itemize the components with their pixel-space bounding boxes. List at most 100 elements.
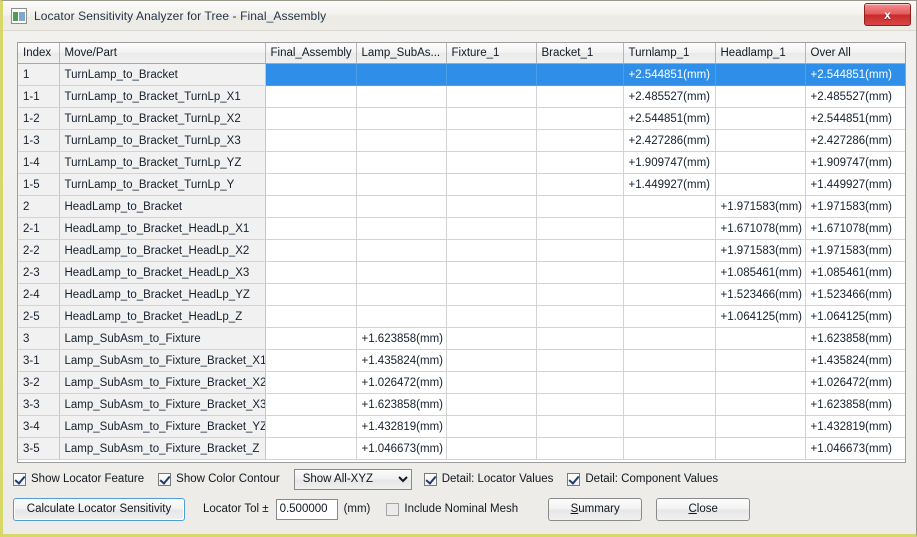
table-row[interactable]: 3-5 Lamp_SubAsm_to_Fixture_Bracket_Z +1.04… xyxy=(18,437,905,460)
cell-value-4 xyxy=(623,393,716,416)
cell-move-part: Lamp_SubAsm_to_Fixture_Bracket_X3 xyxy=(59,393,266,416)
cell-value-4 xyxy=(623,217,716,240)
cell-value-5: +1.064125(mm) xyxy=(715,305,806,328)
cell-index: 3 xyxy=(18,327,60,350)
cell-value-5 xyxy=(715,63,806,86)
cell-value-2 xyxy=(446,349,537,372)
table-row[interactable]: 2-2 HeadLamp_to_Bracket_HeadLp_X2 +1.97158… xyxy=(18,239,905,262)
locator-tol-unit: (mm) xyxy=(343,503,371,515)
table-row[interactable]: 2-3 HeadLamp_to_Bracket_HeadLp_X3 +1.08546… xyxy=(18,261,905,284)
include-nominal-mesh-checkbox[interactable]: Include Nominal Mesh xyxy=(386,502,518,516)
column-header-index[interactable]: Index xyxy=(18,43,60,64)
cell-value-0 xyxy=(265,283,357,306)
cell-value-1: +1.435824(mm) xyxy=(356,349,447,372)
column-header-bracket-1[interactable]: Bracket_1 xyxy=(536,43,624,64)
cell-value-1 xyxy=(356,85,447,108)
locator-tol-label: Locator Tol ± xyxy=(203,503,269,515)
cell-value-4 xyxy=(623,261,716,284)
cell-value-5 xyxy=(715,393,806,416)
cell-value-5: +1.085461(mm) xyxy=(715,261,806,284)
table-row[interactable]: 1-3 TurnLamp_to_Bracket_TurnLp_X3 +2.42728… xyxy=(18,129,905,152)
table-row[interactable]: 2-1 HeadLamp_to_Bracket_HeadLp_X1 +1.67107… xyxy=(18,217,905,240)
detail-component-values-checkbox[interactable]: Detail: Component Values xyxy=(567,472,718,486)
column-header-final-assembly[interactable]: Final_Assembly xyxy=(265,43,357,64)
cell-value-2 xyxy=(446,415,537,438)
cell-move-part: TurnLamp_to_Bracket_TurnLp_X3 xyxy=(59,129,266,152)
cell-value-1: +1.623858(mm) xyxy=(356,393,447,416)
cell-value-3 xyxy=(536,151,624,174)
table-row[interactable]: 2-5 HeadLamp_to_Bracket_HeadLp_Z +1.064125… xyxy=(18,305,905,328)
sensitivity-table: Index Move/Part Final_Assembly Lamp_SubA… xyxy=(18,43,905,460)
cell-index: 3-4 xyxy=(18,415,60,438)
show-color-contour-label: Show Color Contour xyxy=(176,473,280,485)
locator-tol-input[interactable] xyxy=(275,498,338,520)
close-dialog-button[interactable]: Close xyxy=(656,497,751,521)
cell-move-part: TurnLamp_to_Bracket_TurnLp_X2 xyxy=(59,107,266,130)
table-row[interactable]: 1 TurnLamp_to_Bracket +2.544851(mm) +2.5448… xyxy=(18,63,905,86)
cell-value-3 xyxy=(536,283,624,306)
cell-value-6: +2.427286(mm) xyxy=(805,129,905,152)
cell-value-0 xyxy=(265,173,357,196)
cell-value-5 xyxy=(715,173,806,196)
cell-move-part: Lamp_SubAsm_to_Fixture xyxy=(59,327,266,350)
checkbox-box xyxy=(386,502,400,516)
controls-panel: Show Locator Feature Show Color Contour … xyxy=(13,468,906,530)
cell-move-part: TurnLamp_to_Bracket_TurnLp_Y xyxy=(59,173,266,196)
table-row[interactable]: 3-1 Lamp_SubAsm_to_Fixture_Bracket_X1 +1.4… xyxy=(18,349,905,372)
close-window-button[interactable]: x xyxy=(864,3,911,26)
sensitivity-table-panel[interactable]: Index Move/Part Final_Assembly Lamp_SubA… xyxy=(17,42,906,463)
table-row[interactable]: 1-5 TurnLamp_to_Bracket_TurnLp_Y +1.449927… xyxy=(18,173,905,196)
cell-value-5: +1.671078(mm) xyxy=(715,217,806,240)
cell-value-5 xyxy=(715,371,806,394)
view-mode-select[interactable]: Show All-XYZ xyxy=(293,468,412,490)
cell-value-4: +2.427286(mm) xyxy=(623,129,716,152)
column-header-lamp-subasm[interactable]: Lamp_SubAs... xyxy=(356,43,447,64)
cell-value-0 xyxy=(265,305,357,328)
cell-value-6: +1.046673(mm) xyxy=(805,437,905,460)
column-header-over-all[interactable]: Over All xyxy=(805,43,905,64)
table-row[interactable]: 2 HeadLamp_to_Bracket +1.971583(mm) +1.9715… xyxy=(18,195,905,218)
table-row[interactable]: 1-1 TurnLamp_to_Bracket_TurnLp_X1 +2.48552… xyxy=(18,85,905,108)
controls-row-bottom: Calculate Locator Sensitivity Locator To… xyxy=(13,497,751,521)
table-row[interactable]: 3-3 Lamp_SubAsm_to_Fixture_Bracket_X3 +1.6… xyxy=(18,393,905,416)
cell-index: 1-4 xyxy=(18,151,60,174)
cell-value-2 xyxy=(446,393,537,416)
summary-button[interactable]: Summary xyxy=(548,497,643,521)
cell-value-0 xyxy=(265,85,357,108)
cell-value-6: +1.971583(mm) xyxy=(805,239,905,262)
table-row[interactable]: 3 Lamp_SubAsm_to_Fixture +1.623858(mm) +1.6… xyxy=(18,327,905,350)
cell-value-2 xyxy=(446,283,537,306)
calculate-locator-sensitivity-button[interactable]: Calculate Locator Sensitivity xyxy=(13,497,185,521)
cell-value-0 xyxy=(265,107,357,130)
cell-value-1: +1.046673(mm) xyxy=(356,437,447,460)
cell-value-3 xyxy=(536,305,624,328)
column-header-headlamp-1[interactable]: Headlamp_1 xyxy=(715,43,806,64)
show-locator-feature-checkbox[interactable]: Show Locator Feature xyxy=(13,472,144,486)
column-header-turnlamp-1[interactable]: Turnlamp_1 xyxy=(623,43,716,64)
table-row[interactable]: 2-4 HeadLamp_to_Bracket_HeadLp_YZ +1.52346… xyxy=(18,283,905,306)
cell-value-6: +1.971583(mm) xyxy=(805,195,905,218)
column-header-move-part[interactable]: Move/Part xyxy=(59,43,266,64)
cell-value-2 xyxy=(446,151,537,174)
table-row[interactable]: 3-2 Lamp_SubAsm_to_Fixture_Bracket_X2 +1.0… xyxy=(18,371,905,394)
detail-locator-values-label: Detail: Locator Values xyxy=(441,473,554,485)
cell-value-4 xyxy=(623,437,716,460)
table-row[interactable]: 1-2 TurnLamp_to_Bracket_TurnLp_X2 +2.54485… xyxy=(18,107,905,130)
cell-move-part: TurnLamp_to_Bracket_TurnLp_X1 xyxy=(59,85,266,108)
table-row[interactable]: 1-4 TurnLamp_to_Bracket_TurnLp_YZ +1.90974… xyxy=(18,151,905,174)
cell-value-4 xyxy=(623,349,716,372)
cell-index: 2 xyxy=(18,195,60,218)
column-header-fixture-1[interactable]: Fixture_1 xyxy=(446,43,537,64)
table-row[interactable]: 3-4 Lamp_SubAsm_to_Fixture_Bracket_YZ +1.4… xyxy=(18,415,905,438)
cell-value-4 xyxy=(623,239,716,262)
cell-index: 3-2 xyxy=(18,371,60,394)
cell-value-0 xyxy=(265,415,357,438)
cell-value-0 xyxy=(265,371,357,394)
cell-value-6: +1.085461(mm) xyxy=(805,261,905,284)
detail-locator-values-checkbox[interactable]: Detail: Locator Values xyxy=(423,472,554,486)
show-color-contour-checkbox[interactable]: Show Color Contour xyxy=(158,472,280,486)
table-body: 1 TurnLamp_to_Bracket +2.544851(mm) +2.5448… xyxy=(18,63,905,460)
cell-value-5 xyxy=(715,151,806,174)
cell-value-5 xyxy=(715,415,806,438)
cell-value-2 xyxy=(446,129,537,152)
